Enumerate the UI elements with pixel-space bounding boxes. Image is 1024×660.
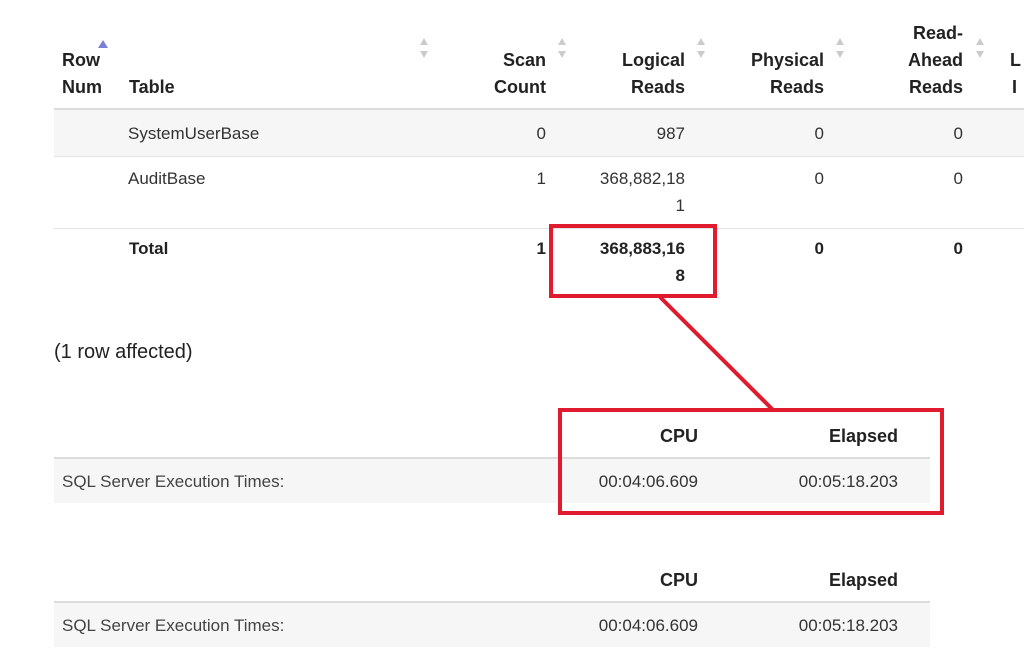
highlight-connector-line [658, 295, 776, 413]
highlight-box-exec-times [558, 408, 944, 515]
